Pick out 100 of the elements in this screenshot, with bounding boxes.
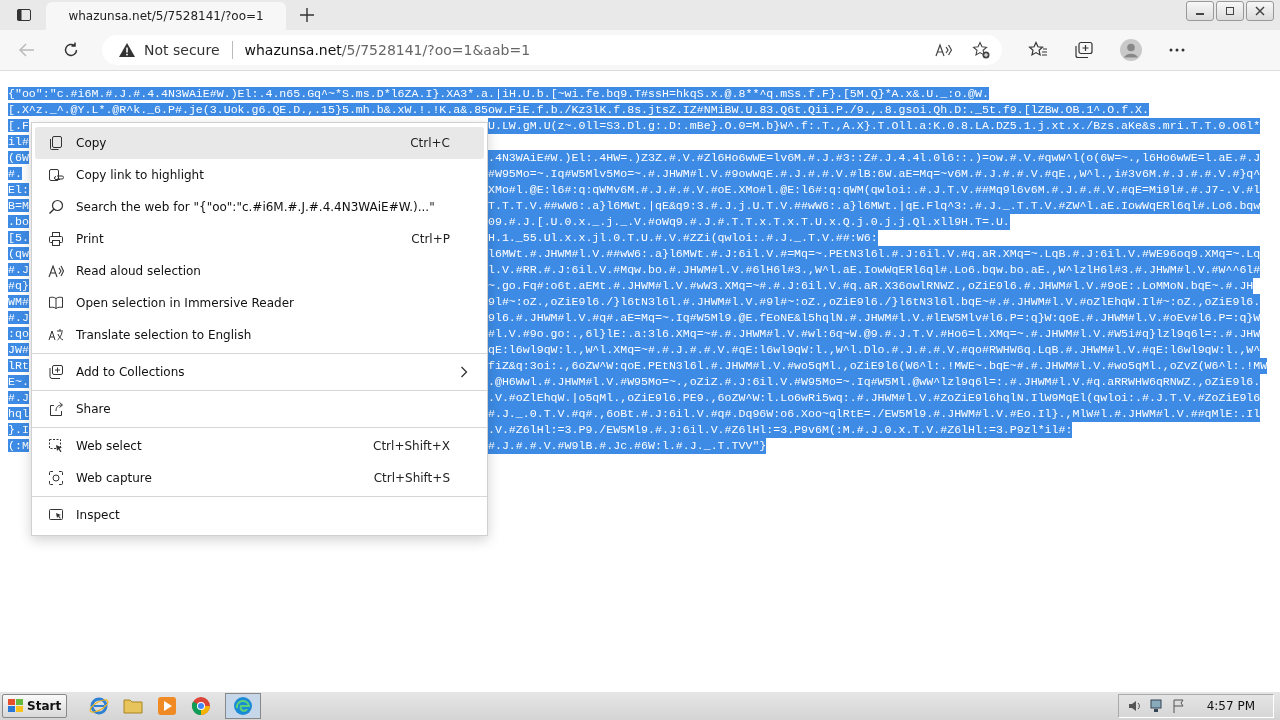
shortcut-label: Ctrl+Shift+X [373,439,450,453]
selected-text: l.V.#RR.#.J:6il.V.#Mqw.bo.#.JHWM#l.V.#6lH6l#3.,W^l.aE.IowWqERl6ql#.Lo6.bqw.bo.aE.,W^lzlH6l#3.#.JHWM#l.V.#W^^6l# [488,262,1261,278]
shortcut-label: Ctrl+C [410,136,450,150]
read-aloud-icon [48,263,64,279]
selected-text: #.J [8,391,29,404]
selected-text: #.J._.0.T.V.#q#.,6oBt.#.J:6il.V.#q#.Dq96W:o6.Xoo~qlRtE=./EW5Ml9.#.JHWM#l.V.#Eo.Il}.,MlW#l.#.JHWM#l.V.##qMlE:.Il [488,406,1261,422]
copy-icon [48,135,64,151]
selected-text: (6W [8,151,29,164]
menu-item[interactable]: Add to Collections [35,356,484,388]
shortcut-label: Ctrl+P [411,232,450,246]
menu-item[interactable]: Web capture Ctrl+Shift+S [35,462,484,494]
new-tab-icon[interactable] [300,8,314,22]
selected-text: ~.go.Fq#:o6t.aEMt.#.JHWM#l.V.#wW3.XMq=~#.#.J:6il.V.#q.aR.X36owlRNWZ.,oZiE9l6.#.JHWM#l.V.#9oE:.LoMMoN.bqE~.#.JH [488,278,1254,294]
selected-text: }.I [8,423,29,436]
network-icon[interactable] [1148,698,1165,714]
start-button[interactable]: Start [2,694,68,718]
selected-text: E~. [8,375,29,388]
selected-text: 09.#.J.[.U.0.x._.j._.V.#oWq9.#.J.#.T.T.x.T.x.T.U.x.Q.j.0.j.j.Ql.xll9H.T=.U. [488,214,1010,230]
selected-text: U.LW.gM.U(z~.0ll=S3.Dl.g:.D:.mBe}.O.0=M.b}W^.f:.T.,A.X}.T.Oll.a:K.0.8.LA.DZ5.1.j.xt.x./Bzs.aKe&s.mri.T.T.0.O6l* [488,118,1261,134]
menu-item[interactable]: Read aloud selection [35,255,484,287]
selected-text: :qo [8,327,29,340]
copy-link-icon [48,167,64,183]
selected-text: #l.V.#9o.go:.,6l}lE:.a:3l6.XMq=~#.#.JHWM#l.V.#wl:6q~W.@9.#.J.T.V.#Ho6=l.XMq=~.#.JHWM#l.V.#W5i#q}lzl9q6l=:.#.JHW [488,326,1261,342]
selected-text: il# [8,135,29,148]
selected-text: [.X^z._^.@Y.L*.@R^k._6.P#.je(3.Uok.g6.QE.D.,.15}5.mh.b&.xW.!.!K.a&.85ow.FiE.f.b./Kz3lK.f.8s.jtsZ.IZ#NMiBW.U.83.Q6t.Qii.P./9.,.8.gsoi.Qh.D:._5t.f9.[lZBw.OB.1^.O.f.X. [8,103,1149,116]
selected-text: #W95Mo=~.Iq#W5Mlv5Mo=~.#.JHWM#l.V.#9owWqE.#.J.#.#.V.#lB:6W.aE=Mq=~v6M.#.J.#.#.V.#qE.,W^l.,i#3v6M.#.J.#.#.V.#}q^ [488,166,1261,182]
collections-icon[interactable] [1074,41,1094,59]
selected-text: 9l6.#.JHWM#l.V.#q#.aE=Mq=~.Iq#W5Ml9.@E.fEoNE&l5hqlN.#.JHWM#l.V.#lEW5Mlv#l6.P=:q}W:qoE.#.JHWM#l.V.#oEv#l6.P=:q}W [488,310,1261,326]
selected-text: El: [8,183,29,196]
maximize-button[interactable] [1216,1,1244,21]
browser-tab[interactable]: whazunsa.net/5/7528141/?oo=1 [46,2,286,30]
flag-icon[interactable] [1170,698,1187,714]
selected-text: (:M [8,439,29,452]
selected-text: B=M [8,199,29,212]
menu-item[interactable]: Web select Ctrl+Shift+X [35,430,484,462]
edge-taskbar-button[interactable] [225,693,262,719]
translate-icon [48,327,64,343]
inspect-icon [48,507,64,523]
clock: 4:57 PM [1206,699,1255,713]
close-button[interactable] [1246,1,1274,21]
selected-text: .4N3WAiE#W.)El:.4HW=.)Z3Z.#.V.#Zl6Ho6wWE=lv6M.#.J.#3::Z#.J.4.4l.0l6::.)=ow.#.V.#qwW^l(o(6W=~.,l6Ho6wWE=l.aE.#.J [488,150,1261,166]
favorites-icon[interactable] [1028,41,1048,59]
selected-text: .V.#Z6lHl:=3.P9./EW5Ml9.#.J:6il.V.#Z6lHl:=3.P9v6M(:M.#.J.0.x.T.V.#Z6lHl:=3.P9zl*il#: [488,422,1073,438]
printer-icon [48,231,64,247]
selected-text: XMo#l.@E:l6#:q:qWMv6M.#.J.#.#.V.#oE.XMo#l.@E:l6#:q:qWM(qwloi:.#.J.T.V.##Mq9l6v6M.#.J.#.#.V.#qE=Mi9l#.#.J7-.V.#l [488,182,1261,198]
menu-item[interactable]: Inspect [35,499,484,531]
minimize-button[interactable] [1186,1,1214,21]
menu-item[interactable]: Copy Ctrl+C [35,127,484,159]
selected-text: WM# [8,295,29,308]
chrome-icon[interactable] [191,696,212,716]
read-aloud-icon[interactable] [934,42,952,58]
maximize-icon [1225,6,1235,16]
selected-text: #. [8,167,22,180]
book-icon [48,295,64,311]
menu-item[interactable]: Copy link to highlight [35,159,484,191]
web-select-icon [48,438,64,454]
selected-text: {"oo":"c.#i6M.#.J.#.4.4N3WAiE#W.)El:.4.n65.Gq^~*S.ms.D*l6ZA.I}.XA3*.a.|iH.U.b.[~wi.fe.bq9.T#ssH=hkqS.x.@.8**^q.mSs.f.F}.[5M.Q}*A.x&.U._:o.@W. [8,87,989,100]
selected-text: l6MWt.#.JHWM#l.V.##wW6:.a}l6MWt.#.J:6il.V.#=Mq=~.PEtN3l6l.#.J:6il.V.#q.aR.XMq=~.LqB.#.J:6il.V.#WE96oq9.XMq=~.Lq [488,246,1261,262]
add-favorite-icon[interactable] [972,41,990,59]
shortcut-label: Ctrl+Shift+S [373,471,450,485]
selected-text: [.F [8,119,29,132]
minimize-icon [1196,13,1204,15]
chevron-icon [460,366,468,378]
warning-icon [118,42,136,58]
selected-text: (qw [8,247,29,260]
search-icon [48,199,64,215]
selected-text: 9l#~:oZ.,oZiE9l6./}l6tN3l6l.#.JHWM#l.V.#9l#~:oZ.,oZiE9l6./}l6tN3l6l.bqE~#.#.JHWM#l.V.#oZlEhqW.Il#~:oZ.,oZiE9l6. [488,294,1261,310]
selected-text: qE:l6wl9qW:l.,W^l.XMq=~#.#.J.#.#.V.#qE:l6wl9qW:l.,W^l.Dlo.#.J.#.#.V.#qo#RWHW6q.LqB.#.JHWM#l.V.#qE:l6wl9qW:l.,W^ [488,342,1261,358]
selected-text: [5. [8,231,29,244]
refresh-icon[interactable] [62,41,80,59]
menu-item[interactable]: Search the web for "{"oo":"c.#i6M.#.J.#.4.4N3WAiE#W.)..." [35,191,484,223]
edge-icon [233,696,254,716]
selected-text: #.J [8,263,29,276]
menu-item[interactable]: Open selection in Immersive Reader [35,287,484,319]
web-capture-icon [48,470,64,486]
selected-text: JW# [8,343,29,356]
security-label: Not secure [144,42,220,58]
tab-title: whazunsa.net/5/7528141/?oo=1 [68,9,264,23]
selected-text: T.T.T.V.##wW6:.a}l6MWt.|qE&q9:3.#.J.j.U.T.V.##wW6:.a}l6MWt.|qE.Flq^3:.#.J._.T.T.V.#ZW^l.aE.IowWqERl6ql#.Lo6.bqw [488,198,1261,214]
collections-icon [48,364,64,380]
selected-text: fiZ&q:3oi:.,6oZW^W:qoE.PEtN3l6l.#.JHWM#l.V.#wo5qMl.,oZiE9l6(W6^l:.!MWE~.bqE~#.#.JHWM#l.V.#wo5qMl.,oZvZ(W6^l:.!MW [488,358,1268,374]
menu-item[interactable]: Print Ctrl+P [35,223,484,255]
more-icon[interactable] [1168,47,1186,53]
selected-text: #.J [8,311,29,324]
profile-avatar[interactable] [1120,39,1142,61]
selected-text: #q} [8,279,29,292]
selected-text: .@H6Wwl.#.JHWM#l.V.#W95Mo=~.,oZiZ.#.J:6il.V.#W95Mo=~.Iq#W5Ml.@wW^lzl9q6l=:.#.JHWM#l.V.#q.aRRWHW6qRNWZ.,oZiE9l6. [488,374,1261,390]
address-bar[interactable]: Not secure whazunsa.net/5/7528141/?oo=1&aab=1 [102,35,1002,65]
selected-text: #.J.#.#.V.#W9lB.#.Jc.#6W:l.#.J._.T.TVV"} [488,438,767,454]
close-icon [1255,6,1265,16]
selected-text: H.1._55.Ul.x.x.jl.0.T.U.#.V.#ZZi(qwloi:.#.J._.T.V.##:W6: [488,230,878,246]
windows-flag-icon [8,699,24,713]
internet-explorer-icon[interactable] [89,696,110,716]
selected-text: lRt [8,359,29,372]
selected-text: .bo [8,215,29,228]
tab-actions-icon[interactable] [16,7,32,23]
menu-item[interactable]: Translate selection to English [35,319,484,351]
speaker-icon[interactable] [1126,698,1143,714]
menu-item[interactable]: Share [35,393,484,425]
selected-text: hql [8,407,29,420]
